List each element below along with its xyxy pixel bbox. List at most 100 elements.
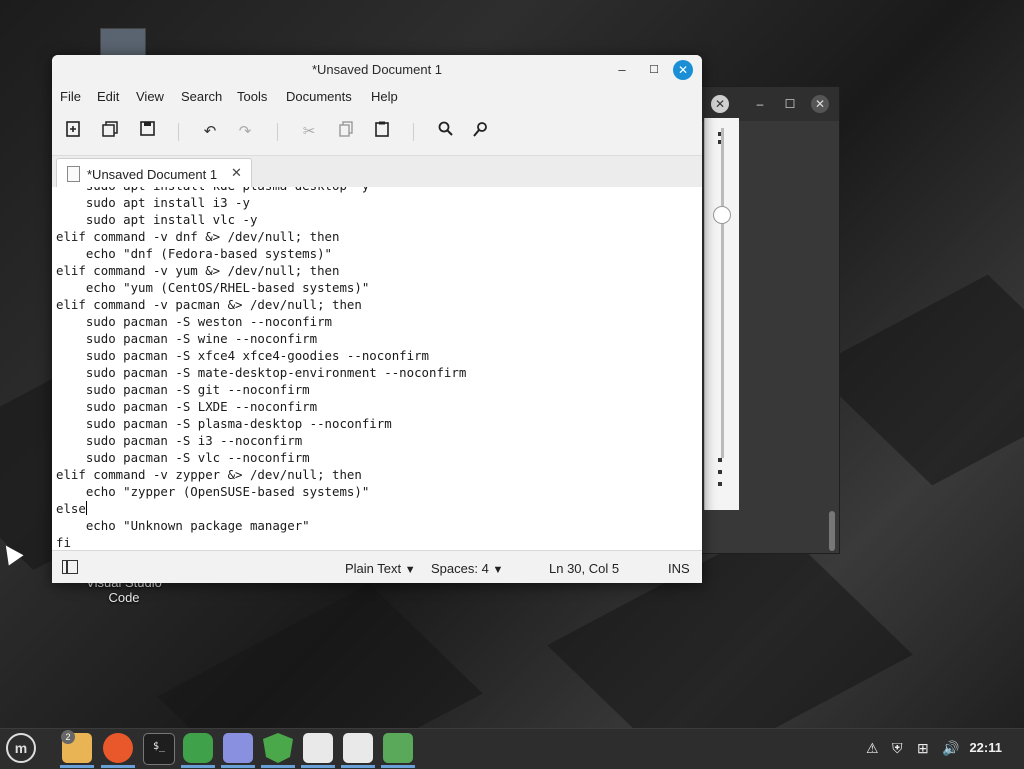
wallpaper-shape bbox=[157, 583, 483, 728]
package-icon[interactable] bbox=[303, 733, 333, 763]
app-grid-icon[interactable] bbox=[183, 733, 213, 763]
dot-icon bbox=[718, 482, 722, 486]
code-line[interactable]: sudo apt install vlc -y bbox=[56, 211, 466, 228]
close-icon[interactable]: ✕ bbox=[673, 60, 693, 80]
language-label: Plain Text bbox=[345, 561, 402, 576]
undo-icon[interactable]: ↶ bbox=[199, 121, 221, 143]
menu-search[interactable]: Search bbox=[181, 89, 222, 104]
volume-icon[interactable]: 🔊 bbox=[942, 740, 959, 757]
code-line[interactable]: echo "dnf (Fedora-based systems)" bbox=[56, 245, 466, 262]
tab-close-icon[interactable]: ✕ bbox=[231, 165, 242, 181]
menu-view[interactable]: View bbox=[136, 89, 164, 104]
text-editor-window[interactable]: *Unsaved Document 1 – ☐ ✕ File Edit View… bbox=[52, 55, 702, 583]
text-editor-area[interactable]: sudo apt install kde-plasma-desktop -y s… bbox=[52, 187, 702, 550]
menu-file[interactable]: File bbox=[60, 89, 81, 104]
cursor-position: Ln 30, Col 5 bbox=[549, 561, 620, 576]
new-document-icon[interactable] bbox=[62, 121, 84, 143]
spaces-label: Spaces: 4 bbox=[431, 561, 489, 576]
code-line[interactable]: sudo pacman -S xfce4 xfce4-goodies --noc… bbox=[56, 347, 466, 364]
minimize-icon[interactable]: – bbox=[751, 95, 769, 113]
network-icon[interactable]: ⊞ bbox=[917, 740, 929, 757]
desktop-icon-label-line2[interactable]: Code bbox=[70, 590, 178, 605]
update-manager-icon[interactable]: ⚠ bbox=[866, 740, 879, 757]
files-badge: 2 bbox=[61, 730, 75, 744]
code-line[interactable]: sudo apt install i3 -y bbox=[56, 194, 466, 211]
shield-icon[interactable] bbox=[263, 733, 293, 763]
terminal-icon[interactable]: $_ bbox=[143, 733, 175, 765]
find-replace-icon[interactable] bbox=[470, 121, 492, 143]
close-icon[interactable]: ✕ bbox=[811, 95, 829, 113]
document-icon bbox=[67, 166, 80, 182]
linux-mint-menu-icon[interactable]: m bbox=[6, 733, 36, 763]
status-bar: Plain Text ▼ Spaces: 4 ▼ Ln 30, Col 5 IN… bbox=[52, 550, 702, 583]
shield-icon[interactable]: ⛨ bbox=[892, 740, 903, 757]
search-icon[interactable] bbox=[434, 121, 456, 143]
slider-track[interactable] bbox=[721, 128, 724, 458]
code-line[interactable]: elif command -v yum &> /dev/null; then bbox=[56, 262, 466, 279]
maximize-icon[interactable]: ☐ bbox=[781, 95, 799, 113]
document-tab-bar: *Unsaved Document 1 ✕ bbox=[52, 156, 702, 188]
tab-label: *Unsaved Document 1 bbox=[87, 167, 218, 182]
background-side-panel bbox=[704, 118, 739, 510]
copy-icon[interactable] bbox=[335, 121, 357, 143]
code-line[interactable]: sudo pacman -S LXDE --noconfirm bbox=[56, 398, 466, 415]
window-title: *Unsaved Document 1 bbox=[311, 62, 443, 77]
code-line[interactable]: fi bbox=[56, 534, 466, 550]
code-line[interactable]: sudo pacman -S i3 --noconfirm bbox=[56, 432, 466, 449]
code-line[interactable]: echo "Unknown package manager" bbox=[56, 517, 466, 534]
minimize-icon[interactable]: – bbox=[612, 60, 632, 80]
code-line[interactable]: sudo pacman -S plasma-desktop --noconfir… bbox=[56, 415, 466, 432]
text-editor-taskbar-icon[interactable] bbox=[223, 733, 253, 763]
save-icon[interactable] bbox=[136, 121, 158, 143]
language-selector[interactable]: Plain Text ▼ bbox=[345, 561, 416, 576]
package-icon[interactable] bbox=[343, 733, 373, 763]
code-content[interactable]: sudo apt install kde-plasma-desktop -y s… bbox=[56, 187, 466, 550]
close-icon[interactable]: ✕ bbox=[711, 95, 729, 113]
cut-icon[interactable]: ✂ bbox=[298, 121, 320, 143]
open-file-icon[interactable] bbox=[99, 121, 121, 143]
code-line[interactable]: sudo pacman -S git --noconfirm bbox=[56, 381, 466, 398]
slider-handle[interactable] bbox=[713, 206, 731, 224]
taskbar: m 2 $_ ⚠ ⛨ ⊞ 🔊 22:11 bbox=[0, 728, 1024, 769]
code-line[interactable]: else bbox=[56, 500, 466, 517]
insert-mode[interactable]: INS bbox=[668, 561, 690, 576]
tab-unsaved-document-1[interactable]: *Unsaved Document 1 ✕ bbox=[56, 158, 252, 188]
scrollbar-thumb[interactable] bbox=[829, 511, 835, 551]
menu-help[interactable]: Help bbox=[371, 89, 398, 104]
code-line[interactable]: echo "zypper (OpenSUSE-based systems)" bbox=[56, 483, 466, 500]
window-titlebar[interactable]: *Unsaved Document 1 – ☐ ✕ bbox=[52, 55, 702, 85]
text-cursor bbox=[85, 501, 87, 515]
code-line[interactable]: elif command -v zypper &> /dev/null; the… bbox=[56, 466, 466, 483]
dot-icon bbox=[718, 470, 722, 474]
code-line[interactable]: echo "yum (CentOS/RHEL-based systems)" bbox=[56, 279, 466, 296]
code-line[interactable]: elif command -v pacman &> /dev/null; the… bbox=[56, 296, 466, 313]
firefox-icon[interactable] bbox=[103, 733, 133, 763]
paste-icon[interactable] bbox=[371, 121, 393, 143]
maximize-icon[interactable]: ☐ bbox=[644, 60, 664, 80]
menu-edit[interactable]: Edit bbox=[97, 89, 119, 104]
clock[interactable]: 22:11 bbox=[969, 740, 1002, 755]
desktop-icon-image[interactable] bbox=[100, 28, 146, 58]
sidebar-toggle-icon[interactable] bbox=[62, 560, 78, 574]
redo-icon[interactable]: ↷ bbox=[234, 121, 256, 143]
menu-tools[interactable]: Tools bbox=[237, 89, 267, 104]
menu-bar: File Edit View Search Tools Documents He… bbox=[52, 85, 702, 109]
menu-documents[interactable]: Documents bbox=[286, 89, 352, 104]
code-line[interactable]: sudo pacman -S mate-desktop-environment … bbox=[56, 364, 466, 381]
code-line[interactable]: elif command -v dnf &> /dev/null; then bbox=[56, 228, 466, 245]
chevron-down-icon: ▼ bbox=[404, 564, 416, 576]
toolbar-separator bbox=[277, 123, 278, 141]
code-line[interactable]: sudo apt install kde-plasma-desktop -y bbox=[56, 187, 466, 194]
dot-icon bbox=[718, 458, 722, 462]
wallpaper-shape bbox=[811, 274, 1024, 486]
settings-toggle-icon[interactable] bbox=[383, 733, 413, 763]
background-window-titlebar[interactable]: ✕ – ☐ ✕ bbox=[701, 87, 839, 121]
indentation-selector[interactable]: Spaces: 4 ▼ bbox=[431, 561, 503, 576]
chevron-down-icon: ▼ bbox=[492, 564, 504, 576]
code-line[interactable]: sudo pacman -S vlc --noconfirm bbox=[56, 449, 466, 466]
toolbar-separator bbox=[178, 123, 179, 141]
toolbar-separator bbox=[413, 123, 414, 141]
code-line[interactable]: sudo pacman -S wine --noconfirm bbox=[56, 330, 466, 347]
code-line[interactable]: sudo pacman -S weston --noconfirm bbox=[56, 313, 466, 330]
toolbar: ↶ ↷ ✂ bbox=[52, 109, 702, 156]
